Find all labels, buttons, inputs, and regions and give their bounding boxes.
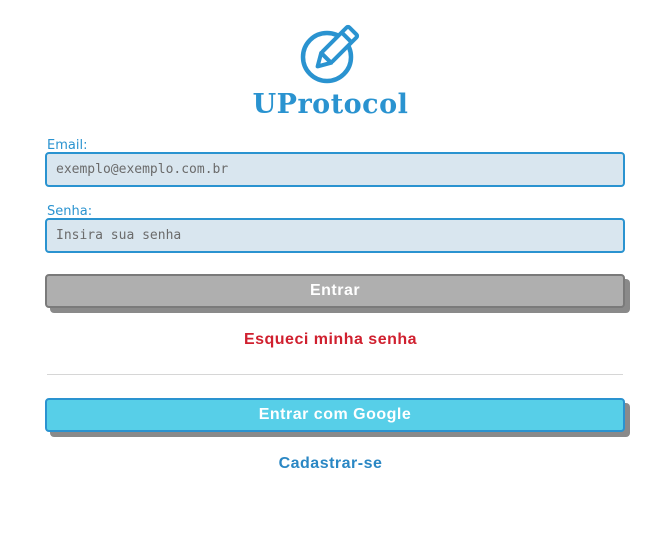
pencil-in-circle-icon bbox=[300, 24, 359, 84]
forgot-password-link[interactable]: Esqueci minha senha bbox=[0, 331, 661, 349]
google-sign-in-button[interactable]: Entrar com Google bbox=[45, 398, 625, 432]
divider bbox=[47, 374, 623, 375]
email-field[interactable] bbox=[45, 152, 625, 187]
password-label: Senha: bbox=[47, 204, 93, 219]
email-label: Email: bbox=[47, 138, 88, 153]
password-field[interactable] bbox=[45, 218, 625, 253]
brand-logo: UProtocol bbox=[0, 18, 661, 122]
brand-name: UProtocol bbox=[252, 89, 409, 120]
signup-link[interactable]: Cadastrar-se bbox=[0, 455, 661, 473]
enter-button[interactable]: Entrar bbox=[45, 274, 625, 308]
